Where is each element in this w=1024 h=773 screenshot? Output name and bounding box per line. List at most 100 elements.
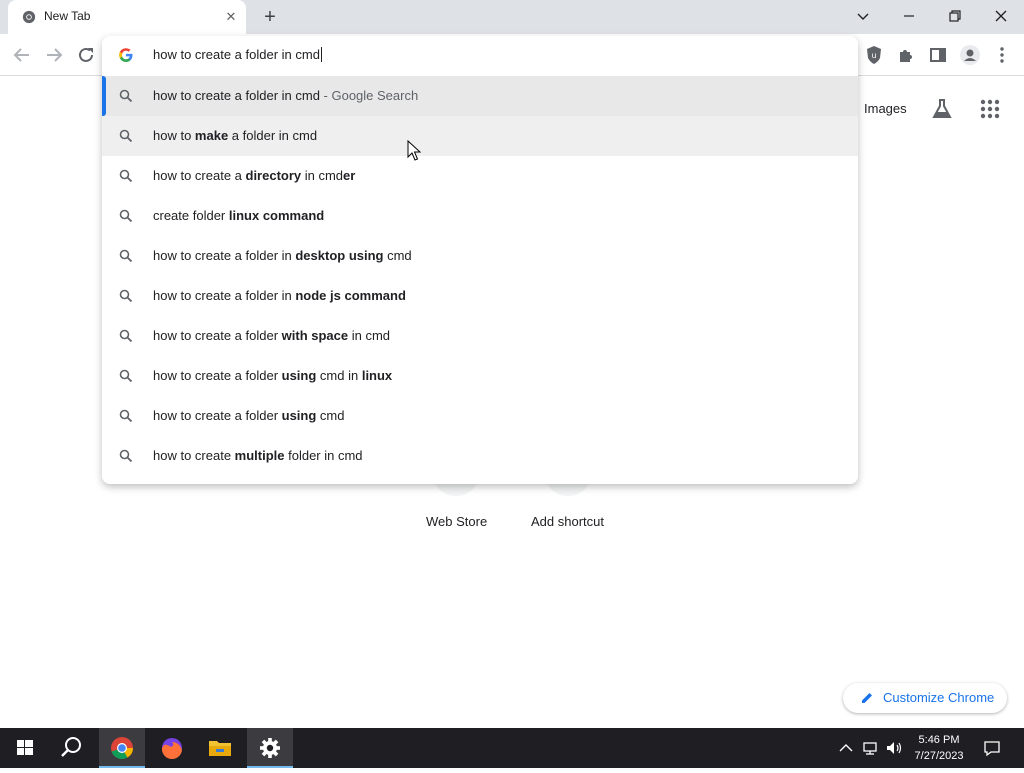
omnibox-query-value: how to create a folder in cmd (153, 47, 320, 62)
customize-chrome-label: Customize Chrome (883, 690, 995, 705)
forward-arrow-icon[interactable] (42, 43, 66, 67)
network-icon[interactable] (861, 738, 881, 758)
suggestion-text-part: cmd (383, 248, 412, 263)
back-arrow-icon[interactable] (10, 43, 34, 67)
google-g-icon (119, 48, 133, 62)
volume-icon[interactable] (884, 738, 904, 758)
shortcut-label-web-store[interactable]: Web Store (426, 514, 487, 529)
folder-icon (209, 741, 231, 756)
search-icon (119, 449, 133, 463)
clock-date: 7/27/2023 (914, 750, 964, 762)
suggestion-text: how to make a folder in cmd (153, 128, 317, 143)
close-window-icon[interactable] (988, 4, 1014, 28)
tab-search-icon[interactable] (850, 4, 876, 28)
suggestion-text: how to create a folder in cmd - Google S… (153, 88, 418, 103)
ublock-extension-icon[interactable]: u (862, 43, 886, 67)
profile-avatar-icon[interactable] (958, 43, 982, 67)
suggestion-text-part: how to create a folder (153, 368, 282, 383)
search-icon (119, 289, 133, 303)
minimize-icon[interactable] (896, 4, 922, 28)
suggestion-row[interactable]: how to create a folder with space in cmd (102, 316, 858, 356)
notifications-icon[interactable] (982, 738, 1002, 758)
search-icon (119, 209, 133, 223)
svg-text:u: u (871, 51, 876, 60)
shortcut-label-add-shortcut[interactable]: Add shortcut (531, 514, 604, 529)
reload-icon[interactable] (74, 43, 98, 67)
search-icon (119, 329, 133, 343)
taskbar-clock[interactable]: 5:46 PM 7/27/2023 (908, 732, 970, 764)
suggestion-text-part: how to create a folder in (153, 288, 296, 303)
suggestion-text-part: linux command (228, 208, 325, 223)
suggestion-row[interactable]: how to create multiple folder in cmd (102, 436, 858, 476)
gear-icon (260, 738, 280, 758)
suggestion-text: how to create a folder in node js comman… (153, 288, 406, 303)
suggestion-text-part: using (281, 368, 317, 383)
tab-new-tab[interactable]: New Tab ✕ (8, 0, 246, 34)
search-icon (119, 369, 133, 383)
suggestion-text: how to create a folder in desktop using … (153, 248, 412, 263)
suggestion-row[interactable]: how to create a directory in cmder (102, 156, 858, 196)
suggestion-row[interactable]: how to make a folder in cmd (102, 116, 858, 156)
taskbar-settings[interactable] (247, 728, 293, 768)
show-hidden-icons-chevron-icon[interactable] (836, 738, 856, 758)
suggestion-row[interactable]: how to create a folder in cmd - Google S… (102, 76, 858, 116)
search-icon (61, 737, 81, 757)
suggestion-text-part: with space (281, 328, 349, 343)
clock-time: 5:46 PM (918, 734, 960, 746)
suggestion-text-part: how to create a folder in (153, 248, 296, 263)
suggestion-text-part: how to (153, 128, 195, 143)
text-caret (320, 47, 322, 62)
extensions-puzzle-icon[interactable] (894, 43, 918, 67)
search-icon (119, 169, 133, 183)
suggestion-text-part: in cmd (348, 328, 391, 343)
omnibox-input[interactable]: how to create a folder in cmd (102, 36, 858, 74)
pencil-icon (862, 693, 872, 703)
suggestion-text-part: in cmd (301, 168, 344, 183)
customize-chrome-button[interactable]: Customize Chrome (843, 683, 1007, 713)
search-icon (119, 129, 133, 143)
suggestion-text-part: linux (361, 368, 393, 383)
suggestion-text-part: how to create a folder (153, 408, 282, 423)
omnibox-query-text[interactable]: how to create a folder in cmd (153, 47, 322, 62)
suggestion-text: how to create a directory in cmder (153, 168, 355, 183)
suggestion-row[interactable]: how to create a folder in desktop using … (102, 236, 858, 276)
start-button[interactable] (2, 728, 48, 768)
labs-flask-icon[interactable] (930, 97, 954, 121)
tab-title: New Tab (44, 9, 91, 23)
new-tab-button[interactable]: + (258, 6, 282, 28)
suggestion-text-part: cmd (316, 408, 345, 423)
chrome-favicon-icon (22, 10, 36, 24)
suggestion-text: how to create multiple folder in cmd (153, 448, 363, 463)
suggestion-text-part: node js command (295, 288, 406, 303)
chrome-icon (111, 737, 133, 760)
omnibox-dropdown: how to create a folder in cmd how to cre… (102, 36, 858, 484)
suggestion-text-part: create folder (153, 208, 229, 223)
mouse-cursor-icon (407, 140, 421, 161)
suggestion-text-part: desktop using (295, 248, 384, 263)
suggestion-text-part: cmd in (316, 368, 362, 383)
taskbar-chrome[interactable] (99, 728, 145, 768)
taskbar-search-button[interactable] (48, 728, 94, 768)
taskbar-firefox[interactable] (149, 728, 195, 768)
suggestion-row[interactable]: how to create a folder using cmd (102, 396, 858, 436)
suggestion-text-part: a folder in cmd (228, 128, 318, 143)
side-panel-icon[interactable] (926, 43, 950, 67)
suggestion-row[interactable]: how to create a folder using cmd in linu… (102, 356, 858, 396)
tab-strip: New Tab ✕ + (0, 0, 1024, 34)
chrome-menu-kebab-icon[interactable] (990, 43, 1014, 67)
suggestion-row[interactable]: create folder linux command (102, 196, 858, 236)
suggestion-text: how to create a folder with space in cmd (153, 328, 390, 343)
ntp-images-link[interactable]: Images (864, 101, 907, 116)
restore-icon[interactable] (942, 4, 968, 28)
search-icon (119, 409, 133, 423)
suggestion-row[interactable]: how to create a folder in node js comman… (102, 276, 858, 316)
suggestion-text-part: how to create a folder (153, 328, 282, 343)
search-icon (119, 249, 133, 263)
selected-indicator (102, 76, 106, 116)
suggestion-text-part: using (281, 408, 317, 423)
suggestion-text: create folder linux command (153, 208, 324, 223)
google-apps-grid-icon[interactable] (978, 97, 1002, 121)
tab-close-icon[interactable]: ✕ (222, 8, 240, 26)
taskbar-file-explorer[interactable] (197, 728, 243, 768)
suggestion-text-part: make (194, 128, 229, 143)
